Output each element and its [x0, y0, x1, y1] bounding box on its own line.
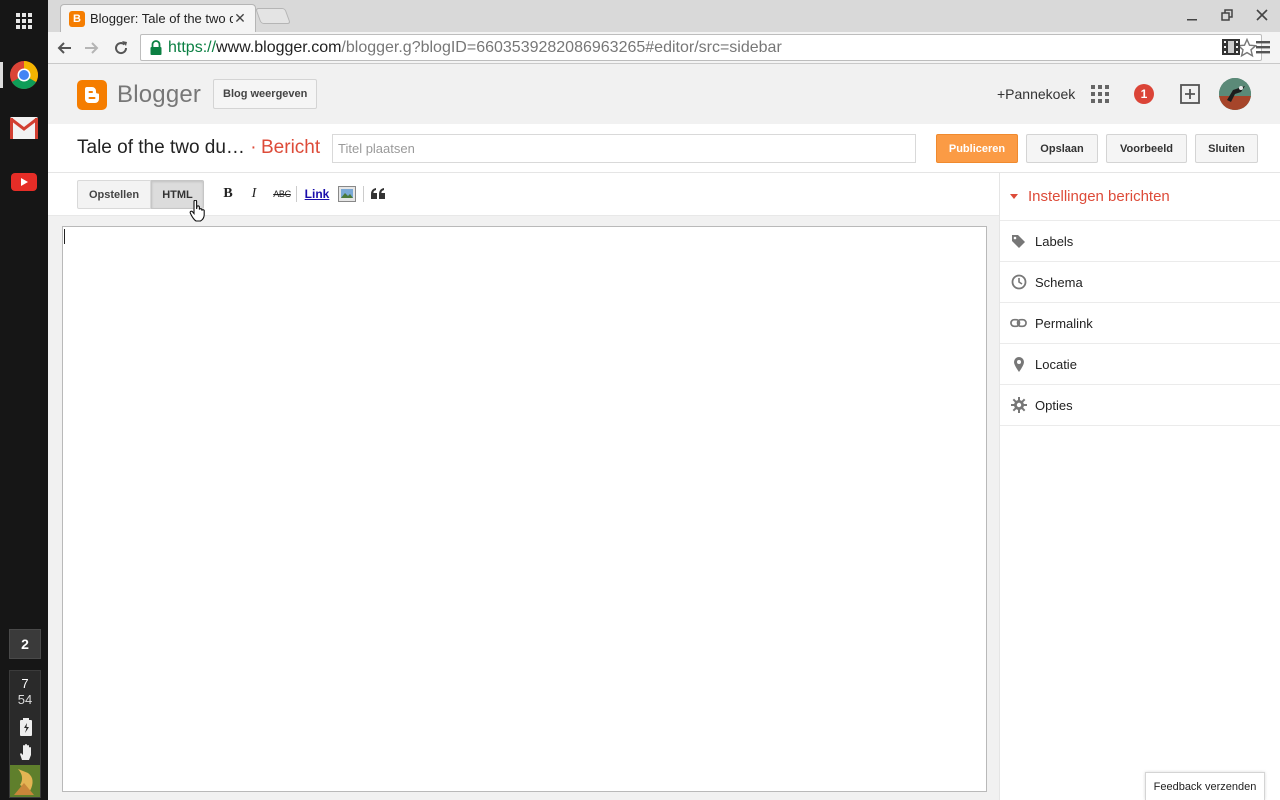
quote-icon[interactable] [370, 184, 386, 204]
strikethrough-button[interactable]: ABC [271, 184, 293, 204]
youtube-app-icon[interactable] [9, 167, 39, 197]
location-pin-icon [1010, 356, 1027, 373]
blog-title: Tale of the two du… · [77, 137, 257, 159]
user-avatar-mini [10, 765, 40, 797]
address-bar[interactable]: https://www.blogger.com/blogger.g?blogID… [140, 34, 1262, 61]
gear-icon [1010, 397, 1027, 414]
page-kind-label: Bericht [261, 137, 321, 158]
sidebar-item-label: Labels [1035, 233, 1074, 249]
title-separator: · [244, 137, 257, 158]
sidebar-item-location[interactable]: Locatie [1000, 344, 1280, 385]
gmail-app-icon[interactable] [9, 113, 39, 143]
google-plus-user-link[interactable]: +Pannekoek [997, 86, 1075, 102]
sidebar-item-label: Permalink [1035, 315, 1093, 331]
share-plus-icon[interactable] [1180, 84, 1200, 104]
bold-button[interactable]: B [220, 184, 236, 204]
save-button[interactable]: Opslaan [1026, 134, 1098, 163]
browser-tabstrip: B Blogger: Tale of the two d ✕ [48, 0, 1280, 32]
url-path: /blogger.g?blogID=6603539282086963265#ed… [341, 38, 782, 56]
tag-icon [1010, 233, 1027, 250]
restore-window-button[interactable] [1216, 5, 1238, 25]
clock-icon [1010, 274, 1027, 291]
back-button[interactable] [53, 37, 75, 59]
publish-button[interactable]: Publiceren [936, 134, 1018, 163]
send-feedback-button[interactable]: Feedback verzenden [1145, 772, 1265, 800]
sidebar-item-labels[interactable]: Labels [1000, 221, 1280, 262]
clock-hour: 7 [21, 676, 29, 691]
lock-icon [149, 39, 163, 56]
notifications-badge[interactable]: 1 [1134, 84, 1154, 104]
browser-menu-icon[interactable] [1253, 37, 1273, 57]
sidebar-item-schedule[interactable]: Schema [1000, 262, 1280, 303]
sidebar-item-options[interactable]: Opties [1000, 385, 1280, 426]
chrome-app-icon[interactable] [0, 60, 48, 90]
tab-title: Blogger: Tale of the two d [90, 11, 233, 26]
url-scheme: https:// [168, 38, 217, 56]
tab-html[interactable]: HTML [151, 180, 204, 209]
post-title-input[interactable] [332, 134, 916, 163]
insert-link-button[interactable]: Link [303, 184, 331, 204]
minimize-window-button[interactable] [1181, 5, 1203, 25]
sidebar-item-label: Locatie [1035, 356, 1077, 372]
blogger-header: Blogger Blog weergeven +Pannekoek 1 [48, 64, 1280, 124]
sidebar-item-label: Opties [1035, 397, 1073, 413]
url-host: www.blogger.com [216, 38, 342, 56]
post-settings-sidebar: Instellingen berichten Labels Schema Per… [999, 173, 1280, 800]
editor-toolbar: Opstellen HTML B I ABC Link [48, 173, 1000, 216]
close-window-button[interactable] [1251, 5, 1273, 25]
forward-button[interactable] [81, 37, 103, 59]
close-tab-icon[interactable]: ✕ [233, 10, 247, 27]
insert-image-icon[interactable] [338, 184, 356, 204]
italic-button[interactable]: I [246, 184, 262, 204]
preview-button[interactable]: Voorbeeld [1106, 134, 1187, 163]
clock-minute: 54 [17, 692, 33, 707]
tab-compose[interactable]: Opstellen [77, 180, 151, 209]
battery-icon [19, 718, 33, 736]
sidebar-item-permalink[interactable]: Permalink [1000, 303, 1280, 344]
toolbar-divider [363, 186, 364, 202]
blogger-favicon-icon: B [69, 10, 85, 27]
status-tray[interactable]: 7 54 [9, 670, 41, 798]
post-title-row: Tale of the two du… · Bericht Publiceren… [48, 124, 1280, 173]
sidebar-item-label: Schema [1035, 274, 1083, 290]
link-icon [1010, 315, 1027, 332]
os-shelf: 2 7 54 [0, 0, 48, 800]
touch-hand-icon [17, 743, 35, 761]
browser-toolbar: https://www.blogger.com/blogger.g?blogID… [48, 32, 1280, 64]
post-settings-title: Instellingen berichten [1028, 188, 1170, 205]
view-blog-button[interactable]: Blog weergeven [213, 79, 318, 109]
extension-film-icon[interactable] [1221, 37, 1241, 57]
caret-down-icon [1010, 194, 1018, 199]
new-tab-button[interactable] [255, 8, 291, 24]
toolbar-divider [296, 186, 297, 202]
reload-button[interactable] [110, 37, 132, 59]
app-launcher-icon[interactable] [9, 6, 39, 36]
text-caret [64, 229, 65, 244]
post-settings-toggle[interactable]: Instellingen berichten [1000, 173, 1280, 221]
editor-panel [48, 216, 1000, 800]
html-editor-textarea[interactable] [62, 226, 987, 792]
apps-grid-icon[interactable] [1091, 85, 1109, 103]
blogger-wordmark[interactable]: Blogger [117, 81, 201, 109]
window-count-badge[interactable]: 2 [9, 629, 41, 659]
browser-tab[interactable]: B Blogger: Tale of the two d ✕ [60, 4, 256, 32]
close-button[interactable]: Sluiten [1195, 134, 1258, 163]
profile-avatar[interactable] [1219, 78, 1251, 110]
blog-title-text: Tale of the two du… [77, 137, 245, 158]
blogger-logo-icon[interactable] [77, 80, 107, 110]
